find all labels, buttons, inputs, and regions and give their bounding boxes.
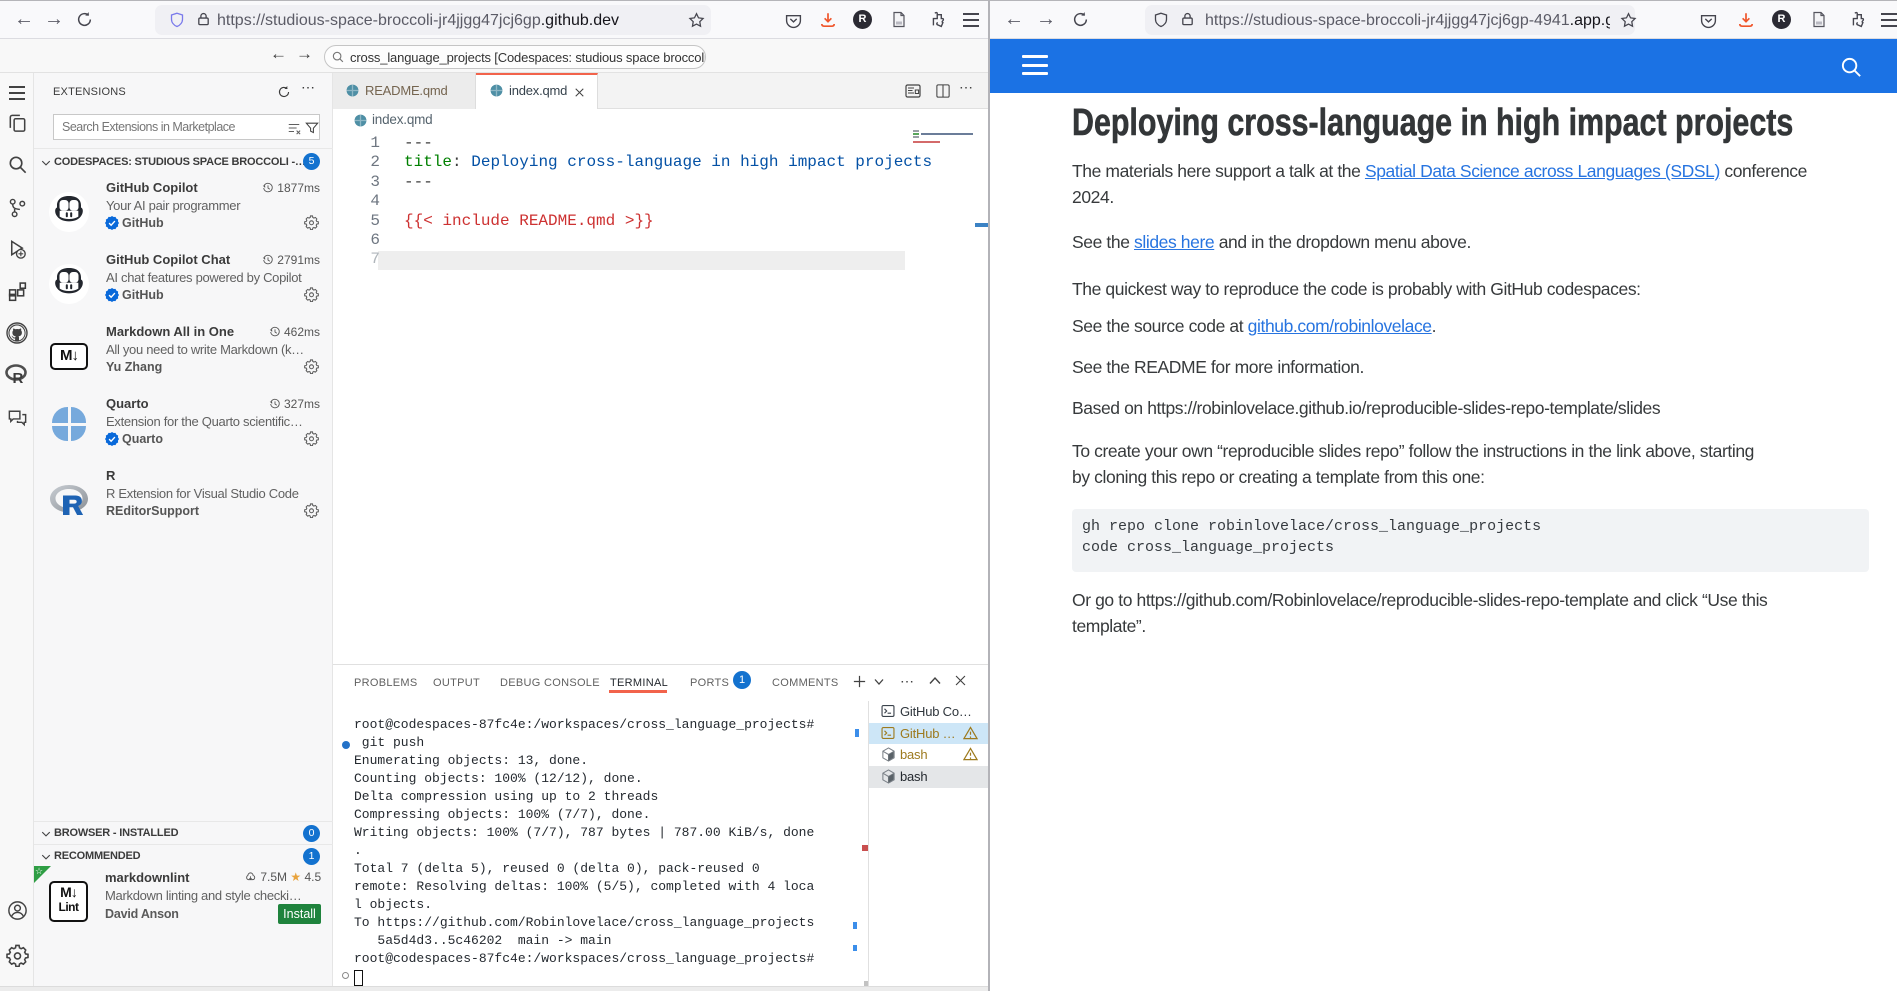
svg-text:R: R [13, 370, 24, 386]
